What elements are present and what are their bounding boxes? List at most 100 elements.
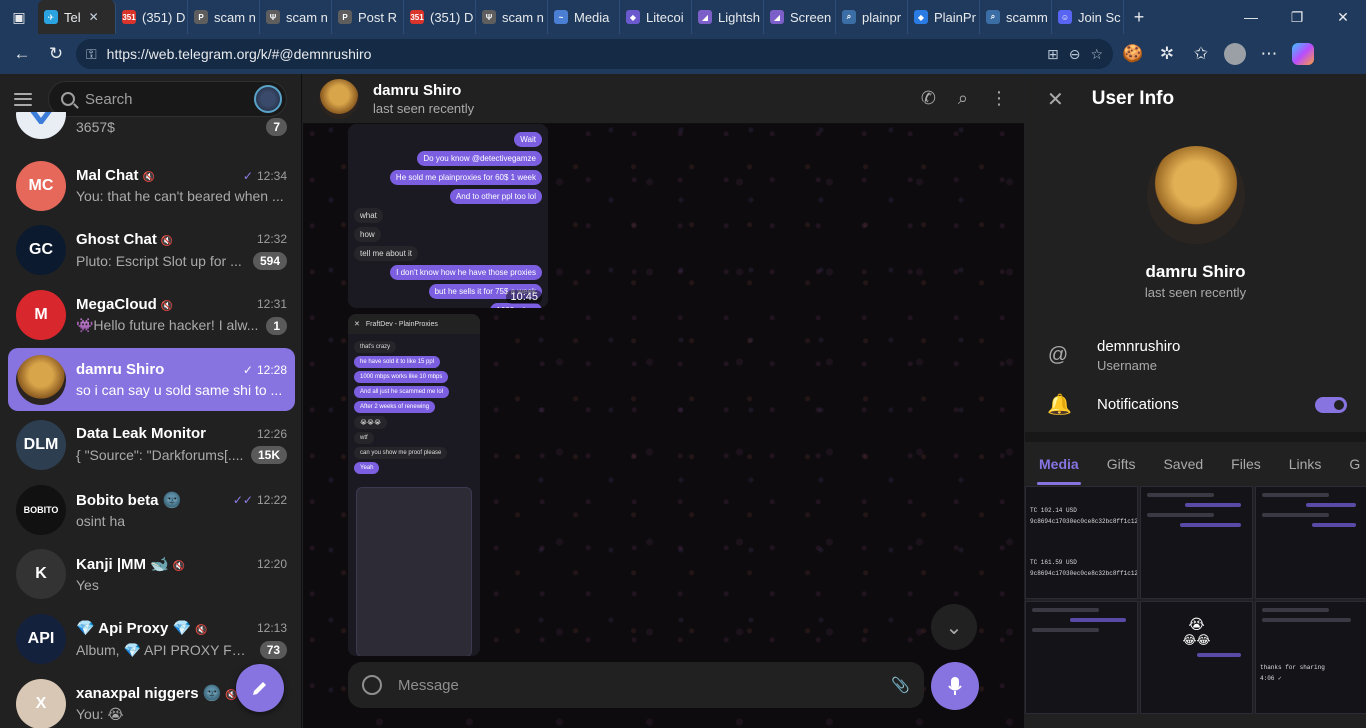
chat-body: Mal Chat 🔇 ✓ 12:34 You: that he can't beared… <box>76 167 287 204</box>
chat-item[interactable]: API 💎 Api Proxy 💎 🔇 12:13 Album, 💎 API PROXY… <box>8 608 295 671</box>
media-thumbnail[interactable]: thanks for sharing 4:06 ✓ <box>1255 601 1366 714</box>
close-icon[interactable]: ✕ <box>1047 87 1064 112</box>
media-thumbnail[interactable] <box>1140 486 1253 599</box>
chat-item[interactable]: M MegaCloud 🔇 12:31 👾Hello future hacker! I … <box>8 284 295 347</box>
favorites-icon[interactable]: ✩ <box>1187 40 1215 68</box>
browser-tab[interactable]: ◢ Lightsh <box>692 0 764 34</box>
browser-tab[interactable]: ◢ Screen <box>764 0 836 34</box>
chat-item[interactable]: DLM Data Leak Monitor 12:26{ "Source": "Da… <box>8 413 295 476</box>
minimize-button[interactable]: — <box>1228 0 1274 34</box>
media-tab[interactable]: Saved <box>1163 456 1203 472</box>
tab-close-icon[interactable]: ✕ <box>89 10 99 24</box>
voice-record-button[interactable] <box>931 662 979 710</box>
media-tab[interactable]: Media <box>1037 456 1081 485</box>
phone-call-icon[interactable]: ✆ <box>921 88 936 109</box>
close-window-button[interactable]: ✕ <box>1320 0 1366 34</box>
extensions-icon[interactable]: ✲ <box>1153 40 1181 68</box>
media-tab[interactable]: Gifts <box>1107 456 1136 472</box>
notifications-toggle[interactable] <box>1315 396 1347 413</box>
browser-tab[interactable]: ✈ Tel ✕ <box>38 0 116 34</box>
more-options-icon[interactable]: ⋮ <box>990 88 1008 109</box>
copilot-button[interactable] <box>1289 40 1317 68</box>
message-bubble: Yeah <box>354 462 380 474</box>
browser-tab[interactable]: ⌕ scamm <box>980 0 1052 34</box>
browser-tab[interactable]: P Post R <box>332 0 404 34</box>
message-bubble: Wait <box>514 132 542 147</box>
app-available-icon[interactable]: ⊞ <box>1047 46 1059 63</box>
chat-item[interactable]: damru Shiro ✓ 12:28 so i can say u sold sam… <box>8 348 295 412</box>
cookie-extension-icon[interactable]: 🍪 <box>1119 40 1147 68</box>
browser-tab[interactable]: ⌕ plainpr <box>836 0 908 34</box>
username-row[interactable]: @ demnrushiro Username <box>1047 338 1347 373</box>
reload-button[interactable]: ↻ <box>42 40 70 68</box>
message-bubble: 😭😭😭 <box>354 416 388 429</box>
browser-tab[interactable]: ☺ Join Sc <box>1052 0 1124 34</box>
screenshot-message-1[interactable]: Wait Do you know @detectivegamze He sold m… <box>348 124 548 308</box>
browser-tab[interactable]: Pscam n <box>188 0 260 34</box>
tab-actions-icon[interactable]: ▣ <box>0 0 38 34</box>
profile-button[interactable] <box>1221 40 1249 68</box>
chat-item[interactable]: BOBITO Bobito beta 🌚 ✓✓ 12:22 osint ha <box>8 478 295 541</box>
chat-body: damru Shiro ✓ 12:28 so i can say u sold sam… <box>76 361 287 398</box>
profile-avatar <box>1224 43 1246 65</box>
attach-icon[interactable]: 📎 <box>891 676 910 694</box>
profile-avatar-large[interactable] <box>1147 146 1245 244</box>
browser-tab[interactable]: ◆ PlainPr <box>908 0 980 34</box>
media-thumbnail[interactable]: 😭 😂😂 <box>1140 601 1253 714</box>
chat-header[interactable]: damru Shiro last seen recently ✆ ⌕ ⋮ <box>303 74 1024 124</box>
chat-avatar: GC <box>16 225 66 276</box>
media-tab[interactable]: Files <box>1231 456 1261 472</box>
chat-item[interactable]: GC Ghost Chat 🔇 12:32 Pluto: Escript Slot up… <box>8 219 295 282</box>
media-tab[interactable]: G <box>1349 456 1360 472</box>
browser-tab[interactable]: Ψscam n <box>476 0 548 34</box>
tab-title: scam n <box>214 9 256 25</box>
media-tab[interactable]: Links <box>1289 456 1322 472</box>
chat-name: Data Leak Monitor <box>76 425 206 442</box>
browser-tab[interactable]: 351 (351) D <box>404 0 476 34</box>
media-caption-time: 4:06 ✓ <box>1260 675 1282 682</box>
chat-item-partial[interactable]: 3657$ 7 <box>8 112 295 142</box>
chat-item[interactable]: K Kanji |MM 🐋 🔇 12:20 Yes <box>8 543 295 606</box>
tab-favicon-icon: ~ <box>554 10 568 24</box>
screenshot-message-2[interactable]: ✕ FraftDev - PlainProxies that's crazy he… <box>348 314 480 656</box>
bot-avatar-icon[interactable] <box>254 85 282 113</box>
site-info-icon[interactable]: ⚿ <box>86 46 97 63</box>
chat-row-preview: 3657$ 7 <box>76 118 287 136</box>
emoji-icon[interactable] <box>362 675 382 695</box>
chat-header-info[interactable]: damru Shiro last seen recently <box>373 82 474 116</box>
at-sign-icon: @ <box>1047 344 1069 366</box>
unread-badge: 594 <box>252 251 287 270</box>
back-button[interactable]: ← <box>8 40 36 68</box>
new-tab-button[interactable]: + <box>1124 7 1154 28</box>
screen: ▣ ✈ Tel ✕ 351 (351) D Pscam n Ψscam n P Post R 35… <box>0 0 1366 728</box>
message-composer[interactable]: Message 📎 <box>348 662 924 708</box>
new-message-button[interactable] <box>236 664 284 712</box>
notifications-row[interactable]: 🔔 Notifications <box>1047 392 1347 417</box>
media-thumbnail[interactable]: TC 102.14 USD 9c8694c17030ec0ce8c32bc8ff… <box>1025 486 1138 599</box>
chat-avatar <box>16 112 66 139</box>
chat-time-text: 12:22 <box>256 492 287 507</box>
more-menu-icon[interactable]: ⋯ <box>1255 40 1283 68</box>
chat-name: Ghost Chat 🔇 <box>76 231 173 248</box>
browser-tab[interactable]: 351 (351) D <box>116 0 188 34</box>
media-thumbnail[interactable] <box>1025 601 1138 714</box>
search-chat-icon[interactable]: ⌕ <box>958 88 968 109</box>
chat-item[interactable]: MC Mal Chat 🔇 ✓ 12:34 You: that he can't bear… <box>8 154 295 217</box>
browser-tab[interactable]: ◆ Litecoi <box>620 0 692 34</box>
chat-row-title: 💎 Api Proxy 💎 🔇 12:13 <box>76 619 287 637</box>
user-info-panel: ✕ User Info damru Shiro last seen recent… <box>1025 74 1366 728</box>
address-bar[interactable]: ⚿ https://web.telegram.org/k/#@demnrushi… <box>76 39 1113 69</box>
browser-tab[interactable]: ~ Media <box>548 0 620 34</box>
favorite-star-icon[interactable]: ☆ <box>1090 46 1103 63</box>
media-thumbnail[interactable] <box>1255 486 1366 599</box>
tab-title: scam n <box>502 9 544 25</box>
browser-tab[interactable]: Ψscam n <box>260 0 332 34</box>
restore-button[interactable]: ❐ <box>1274 0 1320 34</box>
scroll-down-button[interactable]: ⌄ <box>931 604 977 650</box>
zoom-icon[interactable]: ⊖ <box>1069 46 1081 63</box>
hamburger-menu-icon[interactable] <box>14 92 32 106</box>
bell-icon: 🔔 <box>1047 394 1072 416</box>
message-input[interactable]: Message <box>398 677 875 694</box>
url-text[interactable]: https://web.telegram.org/k/#@demnrushiro <box>107 46 1037 62</box>
chat-header-avatar[interactable] <box>319 78 359 119</box>
